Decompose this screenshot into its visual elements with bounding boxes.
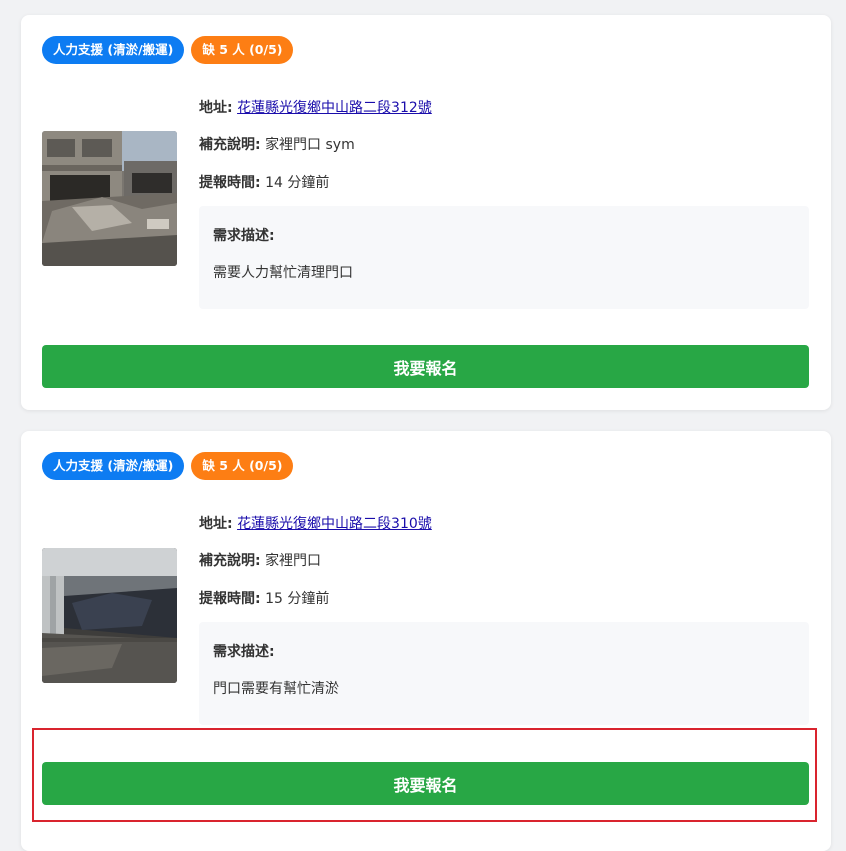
description-box: 需求描述: 門口需要有幫忙清淤 xyxy=(199,622,809,725)
description-text: 需要人力幫忙清理門口 xyxy=(213,265,353,281)
note-line: 補充說明: 家裡門口 xyxy=(199,550,321,570)
report-time-value: 14 分鐘前 xyxy=(265,175,330,191)
request-card: 人力支援 (清淤/搬運) 缺 5 人 (0/5) 地址: 花蓮縣光復鄉中山路二段… xyxy=(21,431,831,851)
address-label: 地址: xyxy=(199,516,233,532)
report-time-value: 15 分鐘前 xyxy=(265,591,330,607)
badge-group: 人力支援 (清淤/搬運) 缺 5 人 (0/5) xyxy=(42,36,294,64)
report-time-label: 提報時間: xyxy=(199,591,261,607)
description-box: 需求描述: 需要人力幫忙清理門口 xyxy=(199,206,809,309)
address-link[interactable]: 花蓮縣光復鄉中山路二段312號 xyxy=(237,100,432,116)
note-label: 補充說明: xyxy=(199,553,261,569)
report-time-line: 提報時間: 14 分鐘前 xyxy=(199,172,329,192)
site-photo-image xyxy=(42,131,177,266)
address-link[interactable]: 花蓮縣光復鄉中山路二段310號 xyxy=(237,516,432,532)
request-card: 人力支援 (清淤/搬運) 缺 5 人 (0/5) 地址: 花蓮縣光復鄉中山路二段… xyxy=(21,15,831,410)
description-text: 門口需要有幫忙清淤 xyxy=(213,681,339,697)
description-title: 需求描述: xyxy=(213,644,275,660)
description-title: 需求描述: xyxy=(213,228,275,244)
category-badge: 人力支援 (清淤/搬運) xyxy=(42,36,185,64)
badge-group: 人力支援 (清淤/搬運) 缺 5 人 (0/5) xyxy=(42,452,294,480)
address-line: 地址: 花蓮縣光復鄉中山路二段310號 xyxy=(199,513,432,533)
signup-button[interactable]: 我要報名 xyxy=(42,762,809,805)
category-badge: 人力支援 (清淤/搬運) xyxy=(42,452,185,480)
site-photo[interactable] xyxy=(42,131,177,266)
address-line: 地址: 花蓮縣光復鄉中山路二段312號 xyxy=(199,97,432,117)
site-photo-image xyxy=(42,548,177,683)
note-label: 補充說明: xyxy=(199,137,261,153)
note-value: 家裡門口 sym xyxy=(265,137,355,153)
shortage-badge: 缺 5 人 (0/5) xyxy=(191,452,294,480)
site-photo[interactable] xyxy=(42,548,177,683)
report-time-label: 提報時間: xyxy=(199,175,261,191)
address-label: 地址: xyxy=(199,100,233,116)
report-time-line: 提報時間: 15 分鐘前 xyxy=(199,588,329,608)
signup-button[interactable]: 我要報名 xyxy=(42,345,809,388)
note-value: 家裡門口 xyxy=(265,553,322,569)
shortage-badge: 缺 5 人 (0/5) xyxy=(191,36,294,64)
note-line: 補充說明: 家裡門口 sym xyxy=(199,134,355,154)
